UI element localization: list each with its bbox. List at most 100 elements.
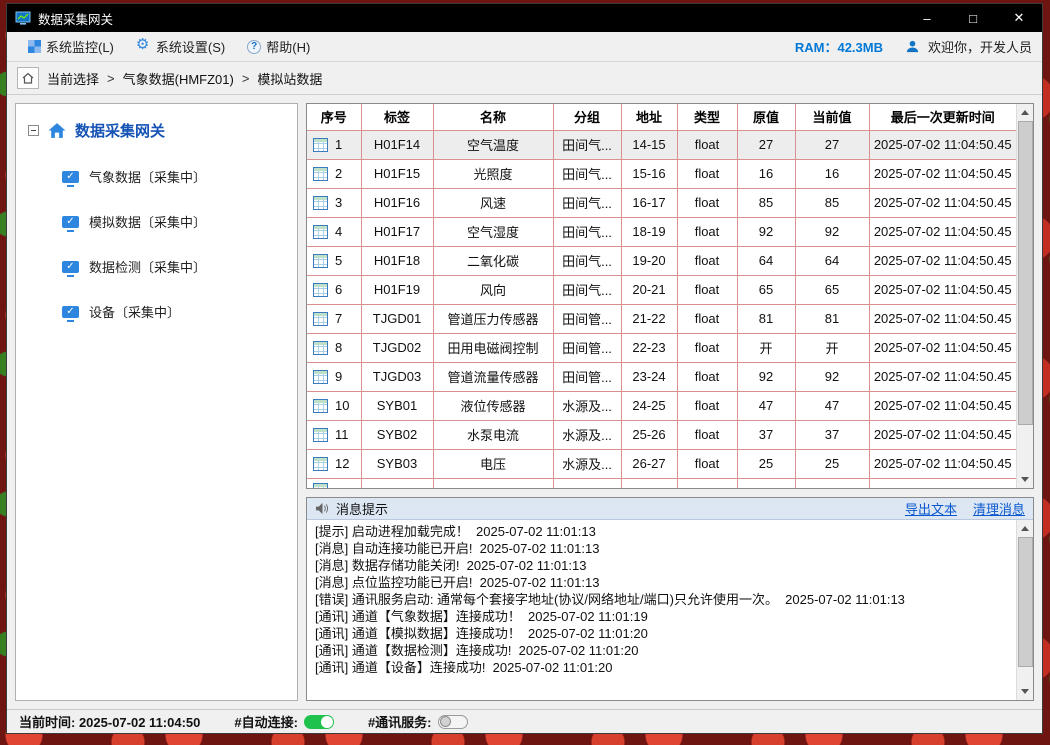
maximize-button[interactable]: □ <box>950 4 996 32</box>
column-header[interactable]: 标签 <box>361 104 433 130</box>
menu-item-monitor[interactable]: 系统监控(L) <box>17 32 125 62</box>
minimize-button[interactable]: – <box>904 4 950 32</box>
tree-root[interactable]: 数据采集网关 <box>16 120 297 141</box>
cell-text: 田用电磁阀控制 <box>433 333 553 362</box>
export-text-link[interactable]: 导出文本 <box>905 499 957 518</box>
cell-text: 5 <box>335 253 342 268</box>
table-row[interactable]: 5H01F18二氧化碳田间气...19-20float64642025-07-0… <box>307 246 1016 275</box>
message-line: [通讯] 通道【气象数据】连接成功！ 2025-07-02 11:01:19 <box>315 608 1009 625</box>
tree-item-label: 气象数据〔采集中〕 <box>89 167 206 186</box>
scroll-up-icon[interactable] <box>1017 104 1034 121</box>
table-row[interactable]: 10SYB01液位传感器水源及...24-25float47472025-07-… <box>307 391 1016 420</box>
home-icon[interactable] <box>17 67 39 89</box>
collapse-icon[interactable] <box>28 125 39 136</box>
row-grid-icon <box>313 196 328 210</box>
message-line: [消息] 自动连接功能已开启! 2025-07-02 11:01:13 <box>315 540 1009 557</box>
table-scrollbar-thumb[interactable] <box>1018 121 1033 425</box>
message-panel-header: 消息提示 导出文本 清理消息 <box>307 498 1033 520</box>
cell-text: 田间气... <box>553 217 621 246</box>
column-header[interactable]: 序号 <box>307 104 361 130</box>
breadcrumb-part[interactable]: 气象数据(HMFZ01) <box>123 69 234 88</box>
scroll-down-icon[interactable] <box>1017 683 1033 700</box>
data-table: 序号标签名称分组地址类型原值当前值最后一次更新时间 1H01F14空气温度田间气… <box>306 103 1034 489</box>
cell-text: 田间气... <box>553 159 621 188</box>
row-grid-icon <box>313 483 328 489</box>
table-row[interactable]: 8TJGD02田用电磁阀控制田间管...22-23float开开2025-07-… <box>307 333 1016 362</box>
cell-text: float <box>677 304 737 333</box>
ram-indicator: RAM：42.3MB <box>795 37 883 56</box>
cell-text: 液位传感器 <box>433 391 553 420</box>
cell-text: 田间气... <box>553 275 621 304</box>
cell-text: 水源及... <box>553 449 621 478</box>
cell-text: 23-24 <box>621 362 677 391</box>
table-scrollbar[interactable] <box>1016 104 1033 488</box>
cell-text: 37 <box>795 420 869 449</box>
column-header[interactable]: 分组 <box>553 104 621 130</box>
scroll-up-icon[interactable] <box>1017 520 1033 537</box>
breadcrumb-part[interactable]: 模拟站数据 <box>257 69 322 88</box>
table-row[interactable]: 9TJGD03管道流量传感器田间管...23-24float92922025-0… <box>307 362 1016 391</box>
cell-text: 25 <box>737 449 795 478</box>
menu-item-label: 系统设置(S) <box>156 37 225 56</box>
menu-item-help[interactable]: 帮助(H) <box>236 32 321 62</box>
cell-text: 开 <box>795 333 869 362</box>
table-row[interactable]: 12SYB03电压水源及...26-27float25252025-07-02 … <box>307 449 1016 478</box>
cell-text: H01F15 <box>361 159 433 188</box>
table-row[interactable]: 11SYB02水泵电流水源及...25-26float37372025-07-0… <box>307 420 1016 449</box>
column-header[interactable]: 地址 <box>621 104 677 130</box>
clear-messages-link[interactable]: 清理消息 <box>973 499 1025 518</box>
cell-text: 25-26 <box>621 420 677 449</box>
title-bar[interactable]: 数据采集网关 – □ ✕ <box>7 4 1042 32</box>
icon-gear <box>136 39 151 54</box>
cell-text: SYB03 <box>361 449 433 478</box>
message-scrollbar-thumb[interactable] <box>1018 537 1033 667</box>
breadcrumb-separator: > <box>242 71 250 86</box>
table-row[interactable] <box>307 478 1016 489</box>
column-header[interactable]: 名称 <box>433 104 553 130</box>
cell-text: SYB01 <box>361 391 433 420</box>
window-controls: – □ ✕ <box>904 4 1042 32</box>
auto-connect-toggle[interactable] <box>304 715 334 729</box>
table-row[interactable]: 4H01F17空气湿度田间气...18-19float92922025-07-0… <box>307 217 1016 246</box>
scroll-down-icon[interactable] <box>1017 471 1034 488</box>
menu-bar: 系统监控(L)系统设置(S)帮助(H) RAM：42.3MB 欢迎你，开发人员 <box>7 32 1042 62</box>
table-row[interactable]: 6H01F19风向田间气...20-21float65652025-07-02 … <box>307 275 1016 304</box>
cell-text: 2025-07-02 11:04:50.45 <box>869 130 1016 159</box>
row-grid-icon <box>313 457 328 471</box>
row-grid-icon <box>313 312 328 326</box>
column-header[interactable]: 当前值 <box>795 104 869 130</box>
tree-item[interactable]: 气象数据〔采集中〕 <box>16 167 297 186</box>
cell-text: SYB02 <box>361 420 433 449</box>
table-row[interactable]: 1H01F14空气温度田间气...14-15float27272025-07-0… <box>307 130 1016 159</box>
column-header[interactable]: 原值 <box>737 104 795 130</box>
cell-text: 26-27 <box>621 449 677 478</box>
comm-service-toggle[interactable] <box>438 715 468 729</box>
cell-text: H01F19 <box>361 275 433 304</box>
tree-item[interactable]: 模拟数据〔采集中〕 <box>16 212 297 231</box>
message-line: [错误] 通讯服务启动: 通常每个套接字地址(协议/网络地址/端口)只允许使用一… <box>315 591 1009 608</box>
tree-item[interactable]: 数据检测〔采集中〕 <box>16 257 297 276</box>
column-header[interactable]: 类型 <box>677 104 737 130</box>
table-row[interactable]: 3H01F16风速田间气...16-17float85852025-07-02 … <box>307 188 1016 217</box>
row-grid-icon <box>313 254 328 268</box>
message-scrollbar[interactable] <box>1016 520 1033 700</box>
toggle-knob <box>321 716 333 728</box>
device-tree-panel: 数据采集网关 气象数据〔采集中〕模拟数据〔采集中〕数据检测〔采集中〕设备〔采集中… <box>15 103 298 701</box>
table-row[interactable]: 7TJGD01管道压力传感器田间管...21-22float81812025-0… <box>307 304 1016 333</box>
message-body: [提示] 启动进程加载完成！ 2025-07-02 11:01:13[消息] 自… <box>307 520 1033 700</box>
cell-text: 85 <box>737 188 795 217</box>
cell-text: 田间气... <box>553 246 621 275</box>
cell-text: 81 <box>795 304 869 333</box>
app-icon <box>15 10 31 26</box>
cell-text: 光照度 <box>433 159 553 188</box>
cell-text: 10 <box>335 398 349 413</box>
column-header[interactable]: 最后一次更新时间 <box>869 104 1016 130</box>
close-button[interactable]: ✕ <box>996 4 1042 32</box>
cell-text: 2025-07-02 11:04:50.45 <box>869 391 1016 420</box>
menu-item-settings[interactable]: 系统设置(S) <box>125 32 236 62</box>
cell-text: 7 <box>335 311 342 326</box>
table-row[interactable]: 2H01F15光照度田间气...15-16float16162025-07-02… <box>307 159 1016 188</box>
cell-text: 田间气... <box>553 130 621 159</box>
cell-text: 14-15 <box>621 130 677 159</box>
tree-item[interactable]: 设备〔采集中〕 <box>16 302 297 321</box>
